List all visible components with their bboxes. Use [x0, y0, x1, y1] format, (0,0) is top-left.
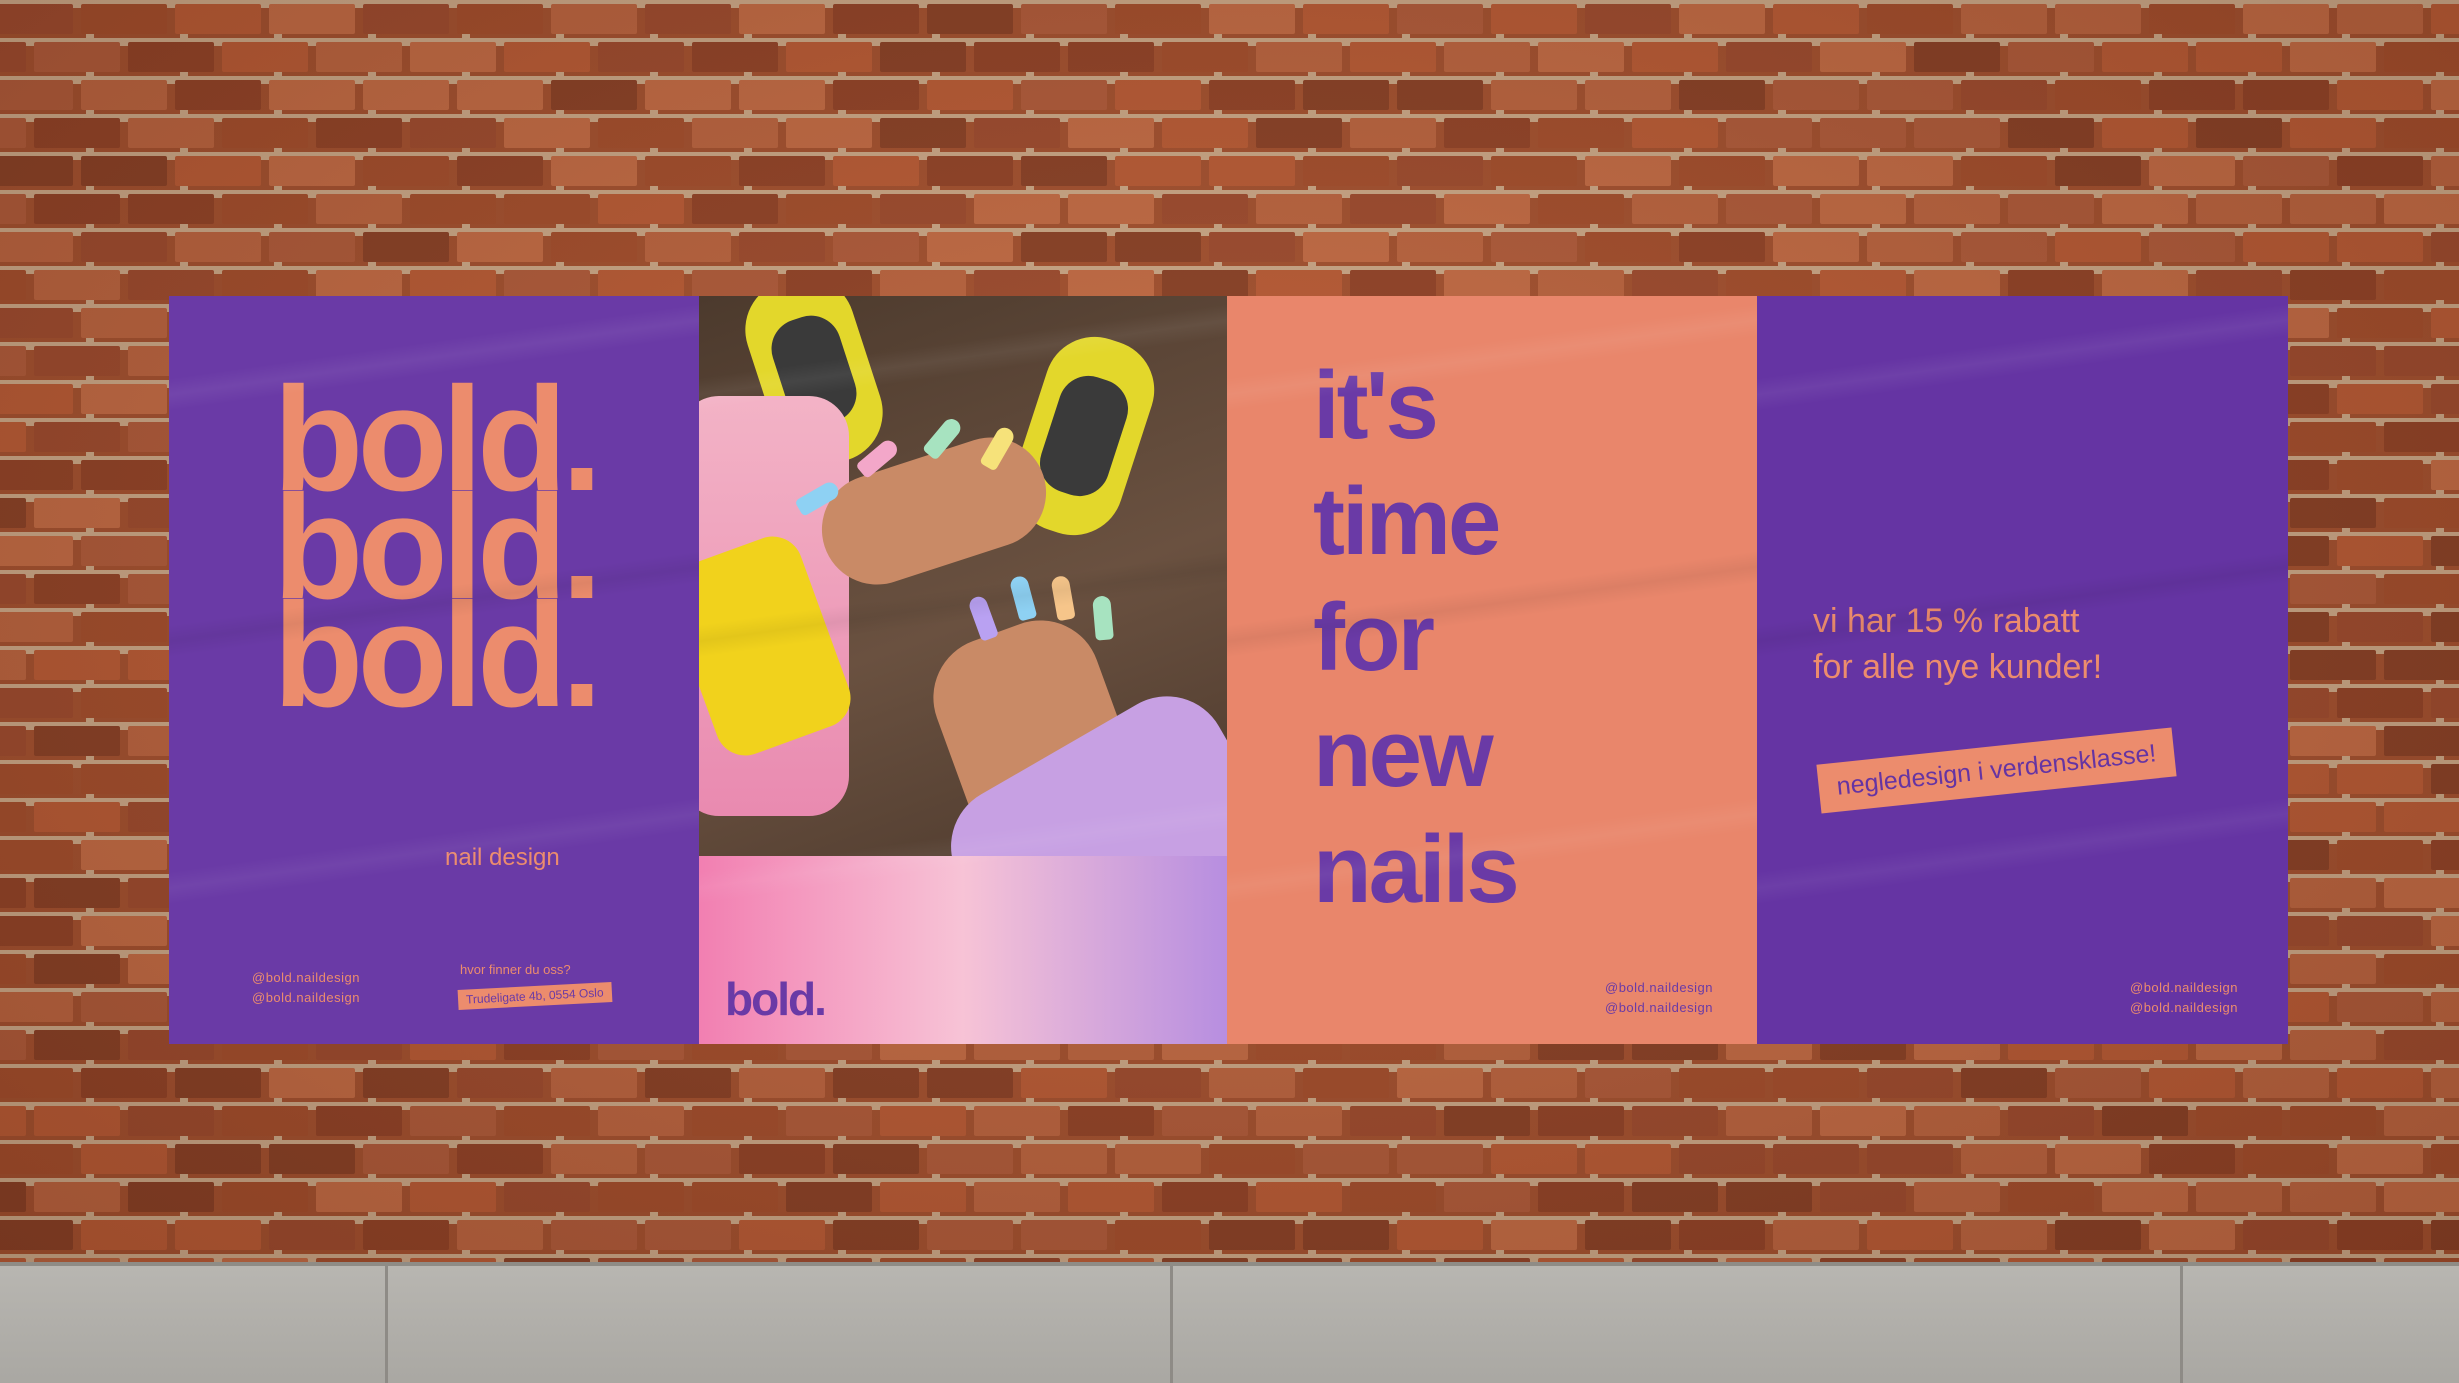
location-question: hvor finner du oss? [460, 962, 571, 977]
sidewalk-joint [385, 1266, 388, 1383]
social-handle: @bold.naildesign [2130, 1000, 2238, 1015]
address-tag: Trudeligate 4b, 0554 Oslo [457, 981, 613, 1011]
offer-line: vi har 15 % rabatt [1813, 602, 2080, 640]
sidewalk [0, 1262, 2459, 1383]
bold-wordmark: bold. [273, 573, 602, 738]
bold-logo: bold. [725, 973, 827, 1025]
social-handle: @bold.naildesign [2130, 980, 2238, 995]
street-scene: bold. bold. bold. nail design @bold.nail… [0, 0, 2459, 1383]
headline-line: for [1313, 584, 1435, 691]
sidewalk-joint [1170, 1266, 1173, 1383]
nail-art [1092, 595, 1114, 641]
social-handle: @bold.naildesign [1605, 980, 1713, 995]
slogan-tag: negledesign i verdensklasse! [1816, 727, 2177, 814]
poster-headline: it's time for new nails @bold.naildesign… [1227, 296, 1757, 1044]
poster-photo: bold. [699, 296, 1227, 1044]
sidewalk-joint [2180, 1266, 2183, 1383]
social-handle: @bold.naildesign [252, 990, 360, 1005]
headline-line: it's [1313, 352, 1439, 459]
offer-text: vi har 15 % rabatt for alle nye kunder! [1813, 598, 2102, 690]
social-handle: @bold.naildesign [1605, 1000, 1713, 1015]
poster-bold-logo: bold. bold. bold. nail design @bold.nail… [169, 296, 699, 1044]
social-handle: @bold.naildesign [252, 970, 360, 985]
headline-line: time [1313, 468, 1501, 575]
headline-line: new [1313, 700, 1494, 807]
tagline: nail design [445, 844, 560, 871]
headline-line: nails [1313, 816, 1520, 923]
poster-offer: vi har 15 % rabatt for alle nye kunder! … [1757, 296, 2288, 1044]
offer-line: for alle nye kunder! [1813, 648, 2103, 686]
headline: it's time for new nails [1313, 348, 1520, 928]
